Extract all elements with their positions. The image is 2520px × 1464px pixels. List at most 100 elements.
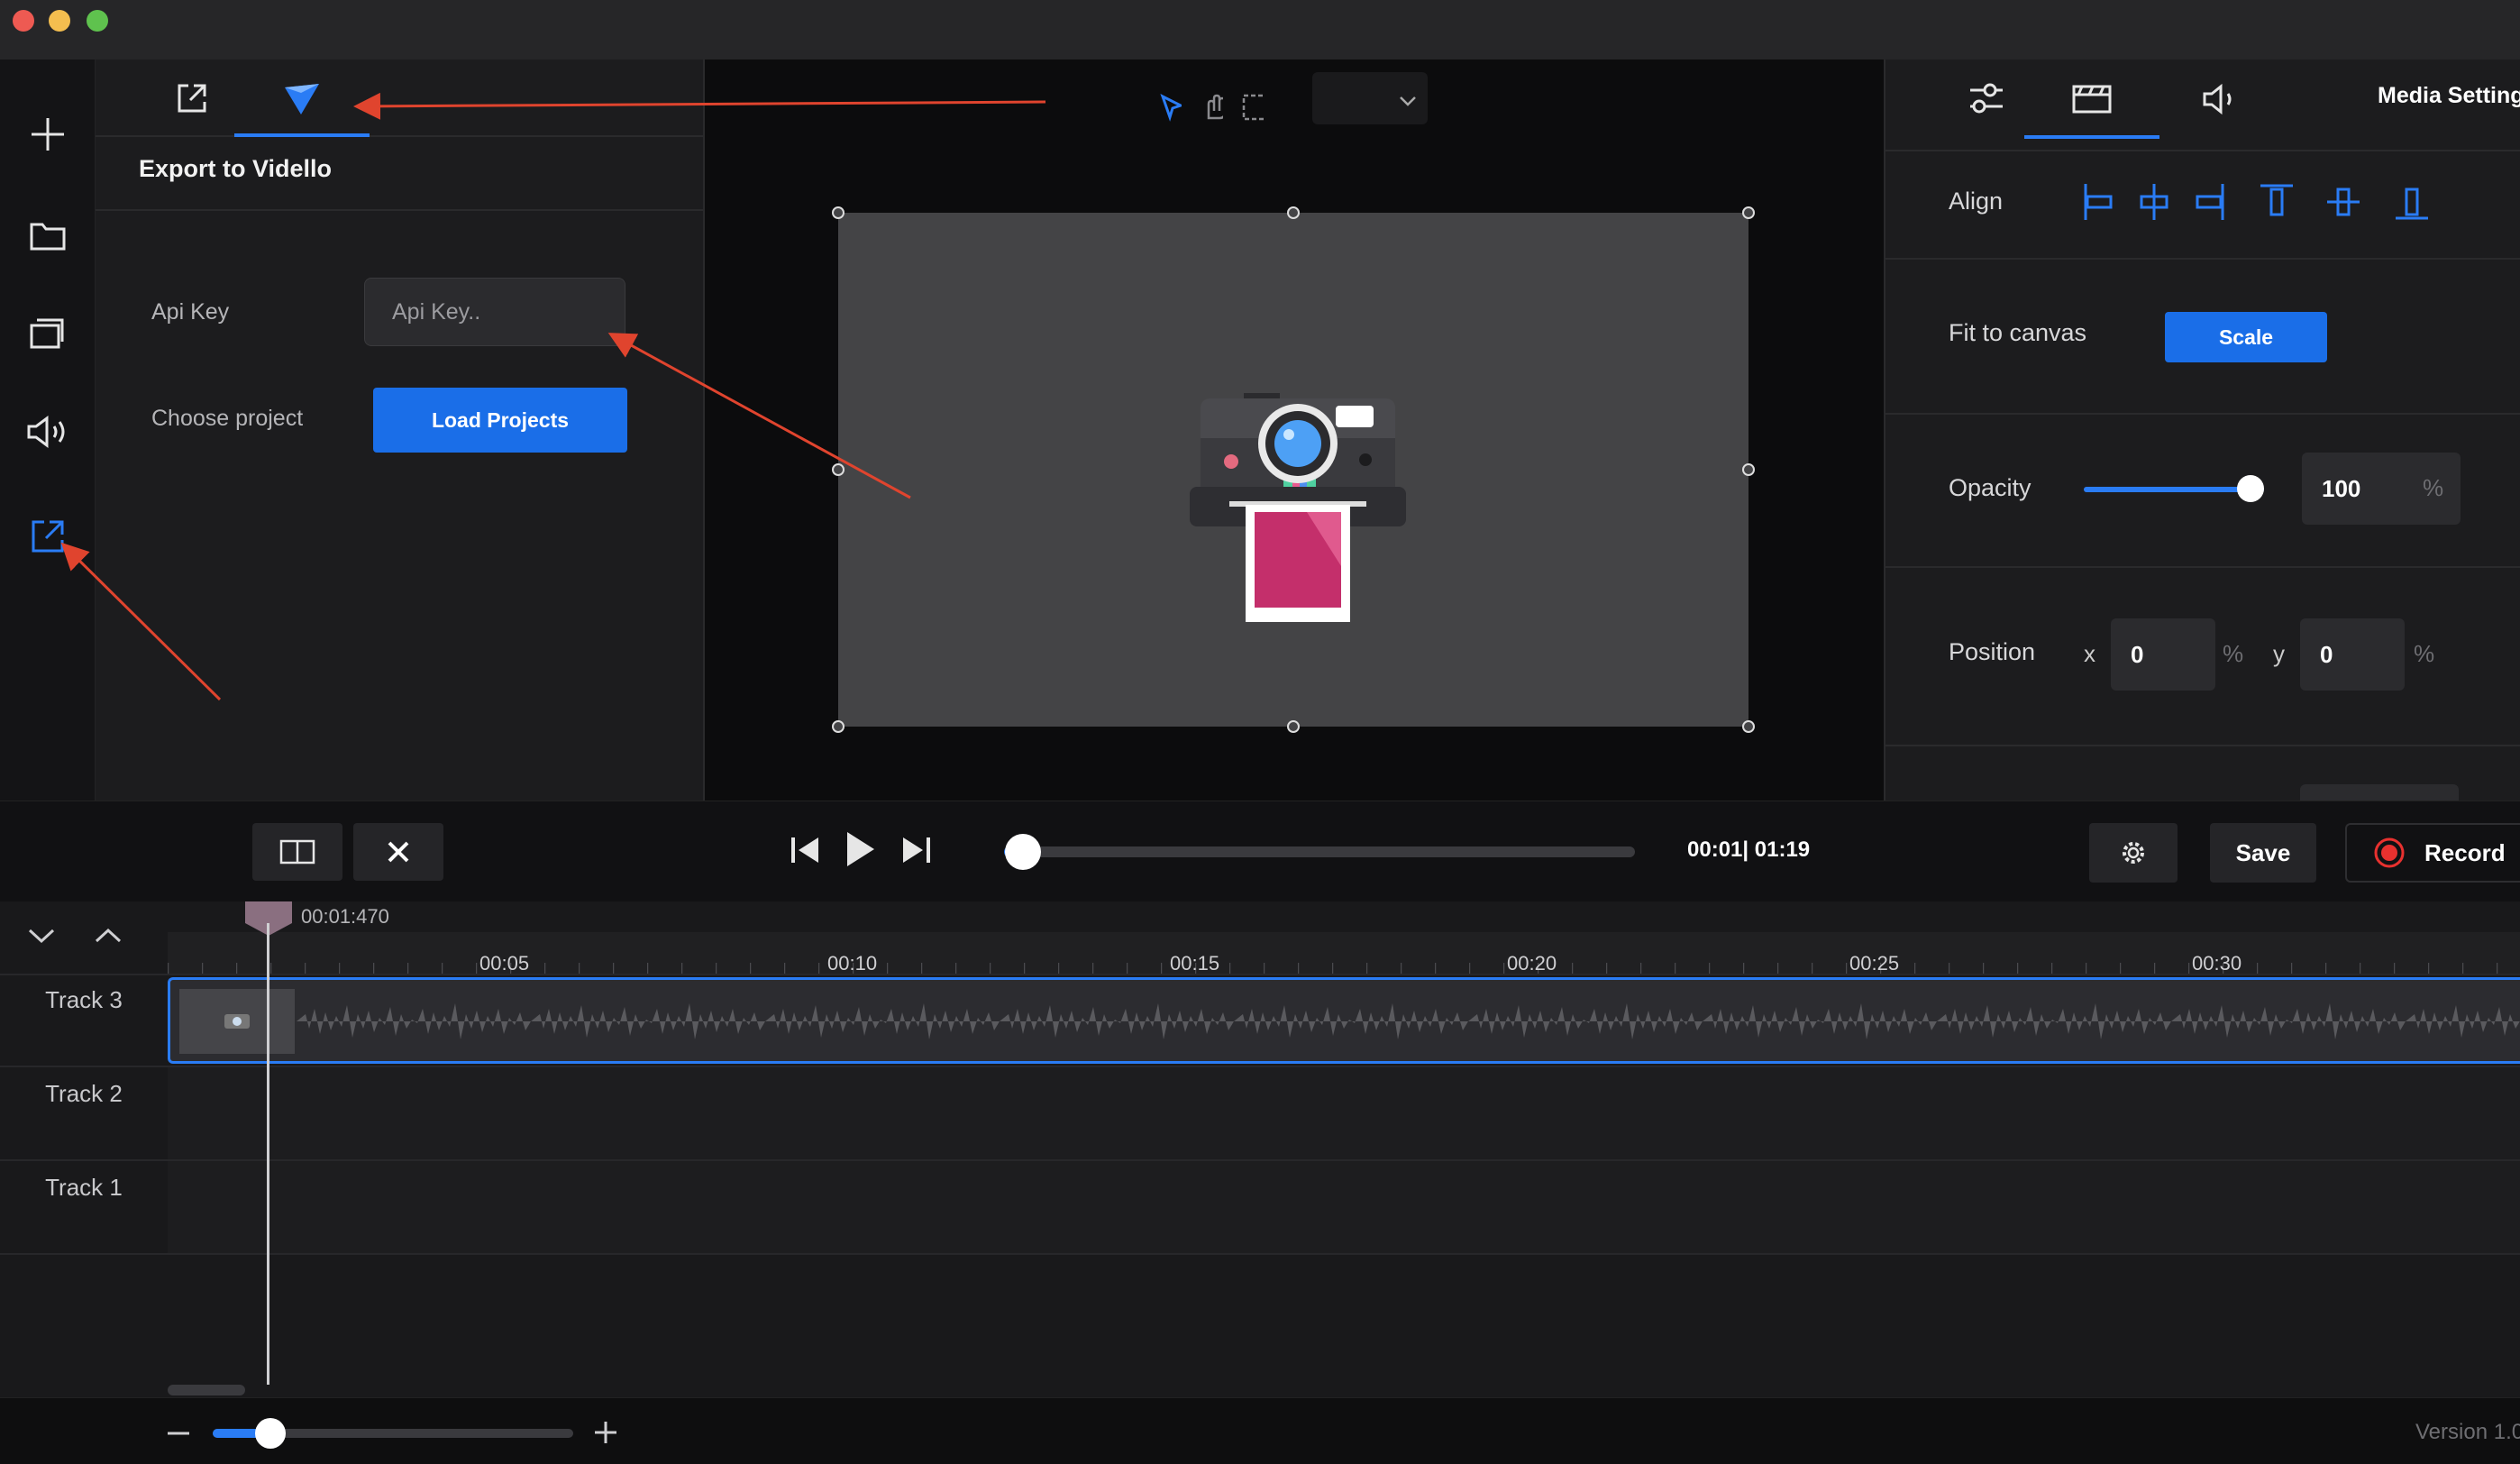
- opacity-percent-label: %: [2423, 474, 2444, 501]
- sidebar-add-button[interactable]: [16, 103, 79, 166]
- zoom-out-icon[interactable]: [166, 1431, 191, 1436]
- opacity-label: Opacity: [1949, 474, 2032, 501]
- sliders-icon: [1970, 83, 2003, 114]
- align-middle-vertical-icon[interactable]: [2324, 182, 2363, 222]
- gear-icon: [2123, 842, 2144, 864]
- align-buttons: [2080, 182, 2520, 227]
- track-2-lane[interactable]: [168, 1067, 2520, 1159]
- playback-progress-knob[interactable]: [1005, 834, 1041, 870]
- folder-icon: [30, 223, 66, 251]
- export-panel-title: Export to Vidello: [139, 155, 333, 182]
- resize-handle[interactable]: [1742, 720, 1755, 733]
- skip-back-icon[interactable]: [790, 834, 820, 866]
- tab-audio[interactable]: [2176, 59, 2266, 139]
- export-panel-tabs: [96, 59, 705, 137]
- zoom-window-button[interactable]: [87, 10, 108, 32]
- timeline-footer: Version 1.0: [0, 1397, 2520, 1464]
- track-label-1: Track 1: [45, 1174, 123, 1201]
- version-label: Version 1.0: [2415, 1420, 2520, 1444]
- sidebar-media-button[interactable]: [16, 204, 79, 267]
- close-window-button[interactable]: [13, 10, 34, 32]
- hand-icon[interactable]: [1200, 93, 1224, 122]
- sidebar-layers-button[interactable]: [16, 301, 79, 364]
- preview-area: [707, 59, 1882, 801]
- tab-vidello[interactable]: [234, 59, 370, 137]
- split-icon: [279, 839, 315, 865]
- plus-icon: [32, 118, 64, 151]
- sidebar-audio-button[interactable]: [16, 400, 79, 463]
- resize-handle[interactable]: [832, 720, 845, 733]
- export-panel: Export to Vidello Api Key Choose project…: [96, 59, 705, 801]
- resize-handle[interactable]: [1287, 206, 1300, 219]
- video-canvas[interactable]: [832, 206, 1755, 733]
- position-x-input[interactable]: 0: [2111, 618, 2215, 691]
- audio-clip[interactable]: [168, 977, 2520, 1064]
- zoom-in-icon[interactable]: [593, 1420, 618, 1445]
- marquee-icon[interactable]: [1241, 93, 1266, 122]
- position-x-value: 0: [2131, 640, 2144, 668]
- resize-handle[interactable]: [832, 463, 845, 476]
- api-key-input[interactable]: [364, 278, 625, 346]
- playback-progress-slider[interactable]: [1004, 834, 1635, 870]
- align-top-icon[interactable]: [2257, 182, 2296, 222]
- next-field-input[interactable]: [2300, 784, 2459, 801]
- choose-project-label: Choose project: [151, 406, 304, 431]
- scale-button[interactable]: Scale: [2165, 312, 2327, 362]
- tab-video[interactable]: [2024, 59, 2159, 139]
- position-y-input[interactable]: 0: [2300, 618, 2405, 691]
- delete-button[interactable]: [353, 823, 443, 881]
- resize-handle[interactable]: [1742, 206, 1755, 219]
- pointer-icon[interactable]: [1157, 93, 1182, 122]
- align-label: Align: [1949, 188, 2004, 215]
- vidello-logo-icon: [285, 84, 319, 114]
- divider: [1885, 258, 2520, 260]
- playback-control-bar: 00:01| 01:19 Save Record: [0, 801, 2520, 901]
- track-1-lane[interactable]: [168, 1161, 2520, 1253]
- time-display: 00:01| 01:19: [1687, 837, 1811, 862]
- collapse-tracks-icon[interactable]: [27, 927, 56, 945]
- media-settings-panel: Media Settings Align Fit to canvas Scale…: [1884, 59, 2520, 801]
- external-link-icon: [178, 84, 206, 113]
- export-icon: [32, 520, 64, 553]
- save-button[interactable]: Save: [2210, 823, 2316, 883]
- divider: [1885, 150, 2520, 151]
- align-center-horizontal-icon[interactable]: [2136, 182, 2172, 222]
- opacity-slider[interactable]: [2084, 475, 2264, 502]
- active-tab-indicator: [2024, 135, 2159, 139]
- position-x-percent-label: %: [2223, 640, 2244, 667]
- zoom-select[interactable]: [1312, 72, 1428, 124]
- sidebar-export-button[interactable]: [16, 505, 79, 568]
- panel-title: Media Settings: [2378, 83, 2520, 108]
- resize-handle[interactable]: [1742, 463, 1755, 476]
- api-key-label: Api Key: [151, 299, 230, 325]
- position-y-value: 0: [2320, 640, 2333, 668]
- resize-handle[interactable]: [1287, 720, 1300, 733]
- horizontal-scrollbar[interactable]: [168, 1385, 245, 1395]
- ruler-tick-label: 00:30: [2192, 952, 2242, 974]
- settings-button[interactable]: [2089, 823, 2178, 883]
- align-left-icon[interactable]: [2080, 182, 2116, 222]
- playhead-time-label: 00:01:470: [301, 905, 389, 928]
- skip-forward-icon[interactable]: [901, 834, 932, 866]
- split-button[interactable]: [252, 823, 342, 881]
- position-x-label: x: [2084, 640, 2095, 667]
- speaker-icon: [2203, 83, 2232, 115]
- timeline-zoom-slider[interactable]: [213, 1418, 573, 1449]
- play-icon[interactable]: [844, 830, 876, 868]
- timeline-zoom-knob[interactable]: [255, 1418, 286, 1449]
- expand-tracks-icon[interactable]: [94, 927, 123, 945]
- camera-thumbnail-icon: [224, 1014, 250, 1029]
- align-right-icon[interactable]: [2192, 182, 2228, 222]
- record-icon: [2374, 837, 2405, 868]
- fit-to-canvas-label: Fit to canvas: [1949, 319, 2087, 346]
- track-divider: [0, 1253, 2520, 1255]
- playhead-line: [267, 923, 269, 1385]
- minimize-window-button[interactable]: [49, 10, 70, 32]
- load-projects-button[interactable]: Load Projects: [373, 388, 627, 453]
- resize-handle[interactable]: [832, 206, 845, 219]
- align-bottom-icon[interactable]: [2392, 182, 2432, 222]
- ruler-tick-label: 00:10: [827, 952, 878, 974]
- opacity-slider-knob[interactable]: [2237, 475, 2264, 502]
- track-label-3: Track 3: [45, 986, 123, 1013]
- record-button[interactable]: Record: [2345, 823, 2520, 883]
